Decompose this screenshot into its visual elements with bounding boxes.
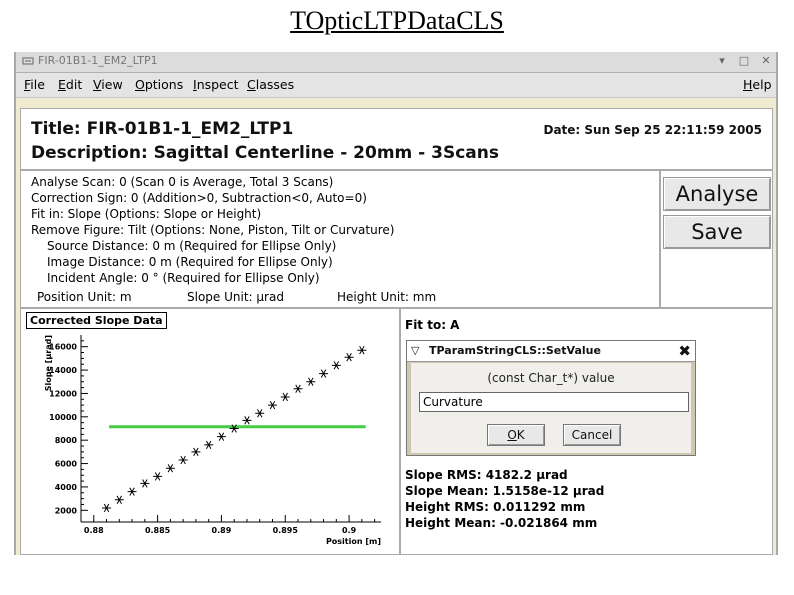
param-remove-figure[interactable]: Remove Figure: Tilt (Options: None, Pist… [31,223,394,237]
menu-help[interactable]: Help [743,77,772,92]
close-icon[interactable]: ✕ [760,55,772,67]
param-image-distance[interactable]: Image Distance: 0 m (Required for Ellips… [47,255,333,269]
y-tick-label: 10000 [49,413,77,422]
set-value-dialog: ▽ TParamStringCLS::SetValue ✖ (const Cha… [406,340,696,456]
menu-inspect[interactable]: Inspect [193,77,239,92]
data-point [114,495,124,504]
save-button[interactable]: Save [663,215,771,249]
y-tick-label: 14000 [49,366,77,375]
page-title: TOpticLTPDataCLS [290,6,504,35]
y-tick-label: 2000 [55,506,78,515]
param-correction-sign[interactable]: Correction Sign: 0 (Addition>0, Subtract… [31,191,367,205]
slope-mean: Slope Mean: 1.5158e-12 µrad [405,484,605,498]
y-tick-label: 4000 [55,483,78,492]
data-point [165,464,175,473]
app-window: FIR-01B1-1_EM2_LTP1 ▾ □ ✕ File Edit View… [14,52,778,555]
chart-panel: Corrected Slope Data 2000 4000 6000 8000 100… [20,308,400,555]
data-point [242,416,252,425]
param-analyse-scan[interactable]: Analyse Scan: 0 (Scan 0 is Average, Tota… [31,175,333,189]
data-point [153,472,163,481]
data-point [306,377,316,386]
window-menu-icon[interactable] [22,55,34,67]
menu-view[interactable]: View [93,77,123,92]
scan-description: Description: Sagittal Centerline - 20mm … [31,143,499,163]
ok-button[interactable]: OK [487,424,545,446]
menu-classes[interactable]: Classes [247,77,294,92]
dialog-close-icon[interactable]: ✖ [678,342,691,360]
menu-file[interactable]: File [24,77,45,92]
data-point [216,432,226,441]
param-incident-angle[interactable]: Incident Angle: 0 ° (Required for Ellips… [47,271,320,285]
menu-edit[interactable]: Edit [58,77,82,92]
param-height-unit[interactable]: Height Unit: mm [337,290,436,304]
y-tick-label: 16000 [49,343,77,352]
data-point [204,440,214,450]
parameters-panel: Analyse Scan: 0 (Scan 0 is Average, Tota… [20,170,660,308]
data-point [140,479,150,488]
data-point [102,503,112,513]
height-mean: Height Mean: -0.021864 mm [405,516,598,530]
info-panel: Title: FIR-01B1-1_EM2_LTP1 Description: … [20,108,773,170]
data-point [344,353,354,362]
y-tick-label: 6000 [55,460,78,469]
data-point [191,447,201,457]
scan-date: Date: Sun Sep 25 22:11:59 2005 [543,123,762,137]
height-rms: Height RMS: 0.011292 mm [405,500,586,514]
param-slope-unit[interactable]: Slope Unit: µrad [187,290,284,304]
window-title: FIR-01B1-1_EM2_LTP1 [38,54,158,67]
ok-button-rest: K [516,428,525,442]
dialog-title: TParamStringCLS::SetValue [429,344,601,357]
param-source-distance[interactable]: Source Distance: 0 m (Required for Ellip… [47,239,336,253]
fit-to-label: Fit to: A [405,318,460,332]
value-input[interactable] [419,392,689,412]
slope-rms: Slope RMS: 4182.2 µrad [405,468,568,482]
data-point [357,346,367,355]
slope-chart: 2000 4000 6000 8000 10000 12000 14000 16000 0.88… [44,335,381,546]
data-point [267,400,277,410]
x-tick-label: 0.88 [84,526,104,535]
dialog-prompt: (const Char_t*) value [487,371,615,385]
minimize-icon[interactable]: ▾ [716,55,728,67]
action-buttons: Analyse Save [660,170,773,308]
analyse-button[interactable]: Analyse [663,177,771,211]
data-point [293,384,303,393]
data-point [178,455,188,465]
param-fit-in[interactable]: Fit in: Slope (Options: Slope or Height) [31,207,261,221]
x-tick-label: 0.895 [273,526,299,535]
x-tick-label: 0.9 [342,526,357,535]
menubar: File Edit View Options Inspect Classes H… [16,73,776,98]
param-position-unit[interactable]: Position Unit: m [37,290,132,304]
y-axis-label: Slope [µrad] [44,335,53,391]
scan-title: Title: FIR-01B1-1_EM2_LTP1 [31,119,294,139]
dialog-titlebar[interactable]: ▽ TParamStringCLS::SetValue ✖ [407,341,695,362]
y-tick-label: 8000 [55,436,78,445]
x-axis-label: Position [m] [326,537,381,546]
x-tick-label: 0.89 [212,526,232,535]
window-titlebar[interactable]: FIR-01B1-1_EM2_LTP1 ▾ □ ✕ [16,52,776,73]
data-point [127,487,137,496]
data-point [255,409,265,418]
x-tick-label: 0.885 [145,526,171,535]
data-point [280,392,290,402]
dialog-body: (const Char_t*) value OK Cancel [411,363,691,453]
y-tick-label: 12000 [49,389,77,398]
data-point [319,369,329,378]
ok-button-mnemonic: O [507,428,517,442]
maximize-icon[interactable]: □ [738,55,750,67]
dialog-menu-icon[interactable]: ▽ [411,344,419,357]
menu-options[interactable]: Options [135,77,183,92]
cancel-button[interactable]: Cancel [563,424,621,446]
data-point [331,361,341,370]
